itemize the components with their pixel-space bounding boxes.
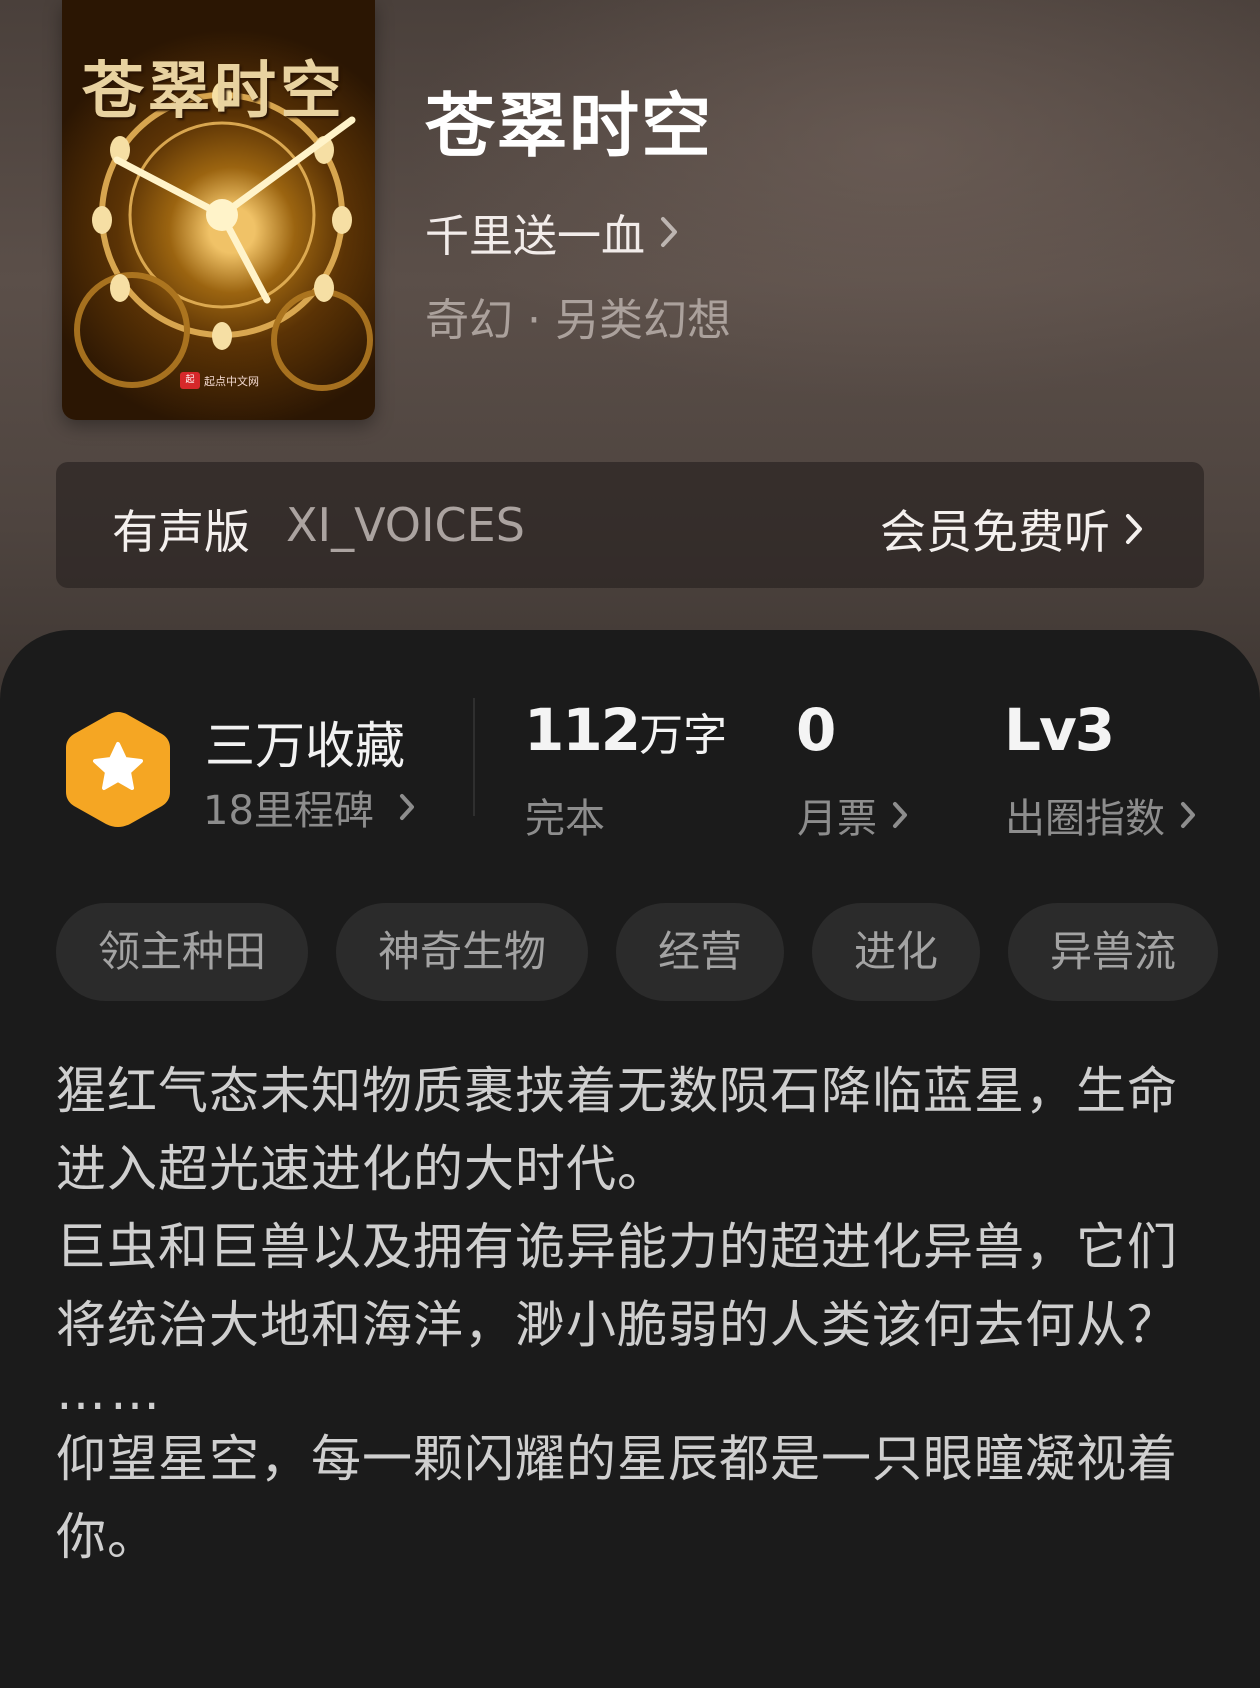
cover-title: 苍翠时空 <box>82 54 347 127</box>
word-count-unit: 万字 <box>639 710 728 761</box>
publisher-logo-icon: 起 <box>180 372 200 389</box>
cover-publisher-logo: 起 起点中文网 <box>180 372 259 389</box>
popularity-index-label: 出圈指数 <box>1005 796 1165 842</box>
popularity-index-link[interactable]: 出圈指数 <box>1005 786 1197 844</box>
chevron-right-icon <box>398 792 416 822</box>
word-count-value: 112 <box>524 696 641 764</box>
audiobook-narrator: XI_VOICES <box>286 498 525 552</box>
milestone-link[interactable]: 18里程碑 <box>203 778 416 836</box>
cover-publisher-name: 起点中文网 <box>204 374 259 388</box>
member-free-listen-button[interactable]: 会员免费听 <box>880 496 1144 562</box>
monthly-ticket-label: 月票 <box>797 796 877 842</box>
audiobook-bar[interactable]: 有声版 XI_VOICES 会员免费听 <box>56 462 1204 588</box>
book-genre: 奇幻 · 另类幻想 <box>425 295 731 346</box>
audiobook-label: 有声版 <box>112 505 250 559</box>
member-free-listen-label: 会员免费听 <box>880 505 1110 559</box>
word-count: 112万字 <box>524 696 727 764</box>
milestone-label: 18里程碑 <box>203 788 374 834</box>
tag-chip[interactable]: 领主种田 <box>56 903 308 1001</box>
book-title: 苍翠时空 <box>425 84 713 167</box>
book-synopsis[interactable]: 猩红气态未知物质裹挟着无数陨石降临蓝星，生命进入超光速进化的大时代。 巨虫和巨兽… <box>56 1052 1206 1576</box>
synopsis-paragraph: 巨虫和巨兽以及拥有诡异能力的超进化异兽，它们将统治大地和海洋，渺小脆弱的人类该何… <box>56 1218 1178 1354</box>
monthly-ticket-count: 0 <box>796 696 836 764</box>
tag-list: 领主种田 神奇生物 经营 进化 异兽流 <box>56 903 1260 1003</box>
collection-star-badge-icon <box>66 712 170 827</box>
chevron-right-icon <box>891 800 909 830</box>
synopsis-ellipsis: …… <box>56 1363 164 1421</box>
tag-chip[interactable]: 神奇生物 <box>336 903 588 1001</box>
author-link[interactable]: 千里送一血 <box>425 200 679 264</box>
tag-chip[interactable]: 异兽流 <box>1008 903 1218 1001</box>
tag-chip[interactable]: 进化 <box>812 903 980 1001</box>
popularity-level: Lv3 <box>1004 696 1115 764</box>
tag-chip[interactable]: 经营 <box>616 903 784 1001</box>
chevron-right-icon <box>1124 512 1144 546</box>
stats-divider <box>473 698 475 816</box>
synopsis-paragraph: 猩红气态未知物质裹挟着无数陨石降临蓝星，生命进入超光速进化的大时代。 <box>56 1062 1178 1198</box>
collection-title: 三万收藏 <box>205 717 405 775</box>
author-name: 千里送一血 <box>425 211 645 262</box>
book-cover[interactable]: 苍翠时空 起 起点中文网 <box>62 0 375 420</box>
chevron-right-icon <box>1179 800 1197 830</box>
synopsis-paragraph: 仰望星空，每一颗闪耀的星辰都是一只眼瞳凝视着你。 <box>56 1430 1178 1566</box>
monthly-ticket-link[interactable]: 月票 <box>797 786 909 844</box>
completion-status: 完本 <box>525 796 605 842</box>
chevron-right-icon <box>659 215 679 249</box>
